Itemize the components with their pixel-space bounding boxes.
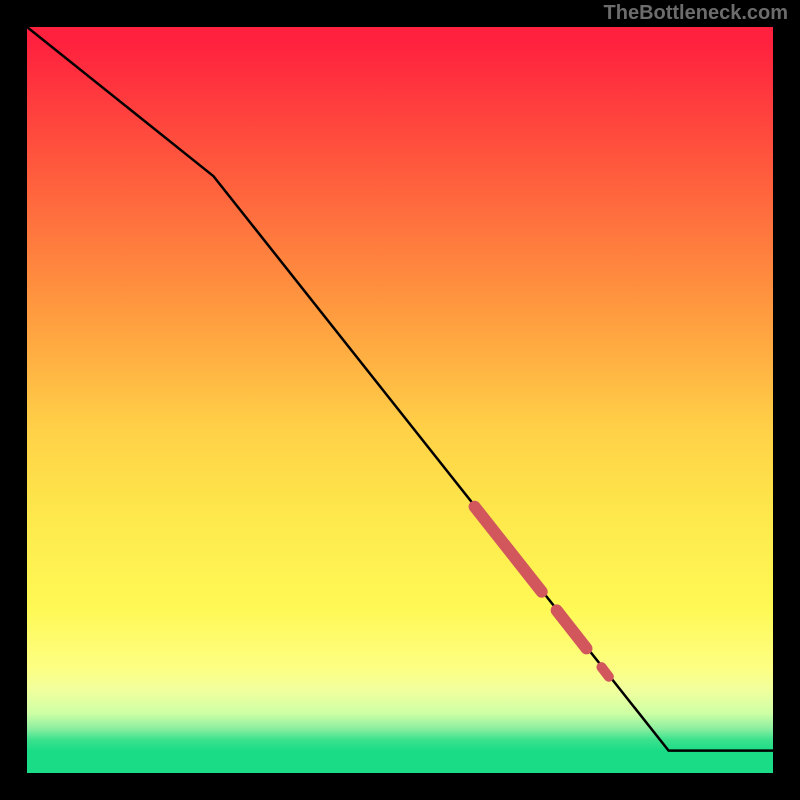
segment-1 [475,507,542,592]
main-curve [27,27,773,751]
dot-1 [601,667,608,677]
segment-2 [557,610,587,648]
chart-svg [27,27,773,773]
highlight-group [475,507,609,677]
watermark-text: TheBottleneck.com [604,2,788,25]
chart-plot-area [27,27,773,773]
